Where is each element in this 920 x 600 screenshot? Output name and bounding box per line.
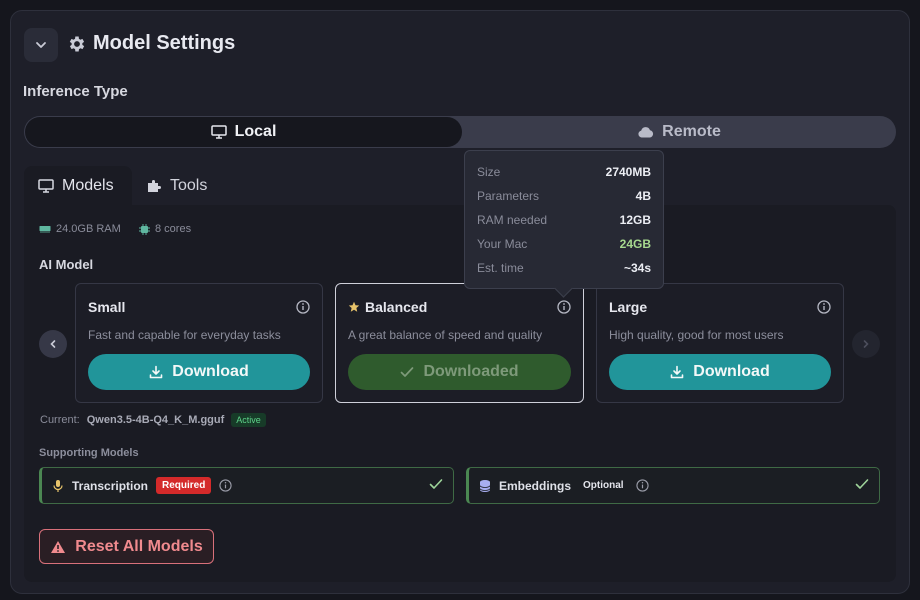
check-icon xyxy=(401,367,414,377)
info-icon[interactable] xyxy=(557,300,571,314)
page-title: Model Settings xyxy=(67,32,235,55)
optional-badge: Optional xyxy=(583,480,624,491)
tooltip-value: 2740MB xyxy=(605,165,651,179)
ai-model-label: AI Model xyxy=(39,257,94,272)
active-badge: Active xyxy=(231,413,266,427)
downloaded-button-label: Downloaded xyxy=(423,363,519,380)
tooltip-key: Size xyxy=(477,165,501,179)
tooltip-mac-row: Your Mac 24GB xyxy=(477,237,651,251)
reset-all-models-button[interactable]: Reset All Models xyxy=(39,529,214,564)
system-cores: 8 cores xyxy=(139,223,191,235)
model-name-wrap: Balanced xyxy=(348,299,427,315)
tab-models-label: Models xyxy=(62,177,114,194)
model-name: Small xyxy=(88,299,126,315)
cpu-icon xyxy=(139,223,150,235)
inference-type-toggle: Local Remote xyxy=(24,116,896,148)
tooltip-value: 12GB xyxy=(619,213,651,227)
tab-models[interactable]: Models xyxy=(24,166,132,206)
tab-tools-label: Tools xyxy=(170,177,208,194)
database-icon xyxy=(479,479,491,492)
required-badge: Required xyxy=(156,477,212,494)
carousel-prev-button[interactable] xyxy=(39,330,67,358)
current-model-file: Qwen3.5-4B-Q4_K_M.gguf xyxy=(86,414,225,426)
model-description: A great balance of speed and quality xyxy=(348,328,543,342)
info-icon[interactable] xyxy=(817,300,831,314)
tooltip-time-row: Est. time ~34s xyxy=(477,261,651,275)
info-icon[interactable] xyxy=(635,479,649,492)
info-icon[interactable] xyxy=(219,479,232,492)
system-ram: 24.0GB RAM xyxy=(39,223,121,235)
model-name: Large xyxy=(609,299,648,315)
gear-icon xyxy=(69,36,85,51)
inference-type-label: Inference Type xyxy=(23,83,128,100)
chevron-down-icon xyxy=(36,42,46,48)
current-label: Current: xyxy=(40,414,80,426)
page-title-text: Model Settings xyxy=(93,32,236,54)
memory-icon xyxy=(39,226,51,233)
downloaded-button[interactable]: Downloaded xyxy=(348,354,571,390)
download-button[interactable]: Download xyxy=(609,354,831,390)
tooltip-params-row: Parameters 4B xyxy=(477,189,651,203)
carousel-next-button[interactable] xyxy=(852,330,880,358)
current-model: Current: Qwen3.5-4B-Q4_K_M.gguf Active xyxy=(40,413,266,427)
model-name: Balanced xyxy=(365,299,428,315)
cloud-icon xyxy=(638,127,654,138)
embeddings-name: Embeddings xyxy=(499,478,572,493)
supporting-model-embeddings[interactable]: Embeddings Optional xyxy=(466,467,880,504)
puzzle-icon xyxy=(148,180,161,192)
info-icon[interactable] xyxy=(296,300,310,314)
model-card-large[interactable]: Large High quality, good for most users … xyxy=(596,283,844,403)
tooltip-value: 24GB xyxy=(619,237,651,251)
star-icon xyxy=(348,301,360,312)
model-card-small[interactable]: Small Fast and capable for everyday task… xyxy=(75,283,323,403)
reset-label: Reset All Models xyxy=(75,537,203,555)
transcription-name: Transcription xyxy=(72,478,149,493)
microphone-icon xyxy=(53,479,63,492)
inference-option-remote[interactable]: Remote xyxy=(462,116,896,148)
tooltip-key: Your Mac xyxy=(477,237,528,251)
download-button-label: Download xyxy=(693,363,770,380)
model-description: Fast and capable for everyday tasks xyxy=(88,328,281,342)
model-card-balanced[interactable]: Balanced A great balance of speed and qu… xyxy=(335,283,584,403)
model-description: High quality, good for most users xyxy=(609,328,784,342)
warning-icon xyxy=(51,540,66,553)
tooltip-key: Est. time xyxy=(477,261,524,275)
check-icon xyxy=(429,479,443,489)
check-icon xyxy=(855,479,869,489)
supporting-models-label: Supporting Models xyxy=(39,447,139,459)
tab-tools[interactable]: Tools xyxy=(146,166,207,206)
download-icon xyxy=(149,365,163,379)
system-ram-text: 24.0GB RAM xyxy=(56,223,121,235)
inference-option-local[interactable]: Local xyxy=(25,117,462,147)
collapse-button[interactable] xyxy=(24,28,58,62)
monitor-icon xyxy=(210,125,227,139)
model-info-tooltip: Size 2740MB Parameters 4B RAM needed 12G… xyxy=(464,150,664,289)
inference-option-remote-label: Remote xyxy=(662,123,721,140)
tooltip-key: RAM needed xyxy=(477,213,548,227)
system-cores-text: 8 cores xyxy=(155,223,192,235)
download-icon xyxy=(670,365,684,379)
tooltip-key: Parameters xyxy=(477,189,540,203)
chevron-right-icon xyxy=(863,340,869,348)
tooltip-value: ~34s xyxy=(623,261,651,275)
monitor-icon xyxy=(38,179,54,193)
download-button[interactable]: Download xyxy=(88,354,310,390)
chevron-left-icon xyxy=(50,340,56,348)
tooltip-size-row: Size 2740MB xyxy=(477,165,651,179)
inference-option-local-label: Local xyxy=(234,123,277,140)
download-button-label: Download xyxy=(172,363,249,380)
tooltip-value: 4B xyxy=(635,189,651,203)
tooltip-ram-row: RAM needed 12GB xyxy=(477,213,651,227)
supporting-model-transcription[interactable]: Transcription Required xyxy=(39,467,454,504)
